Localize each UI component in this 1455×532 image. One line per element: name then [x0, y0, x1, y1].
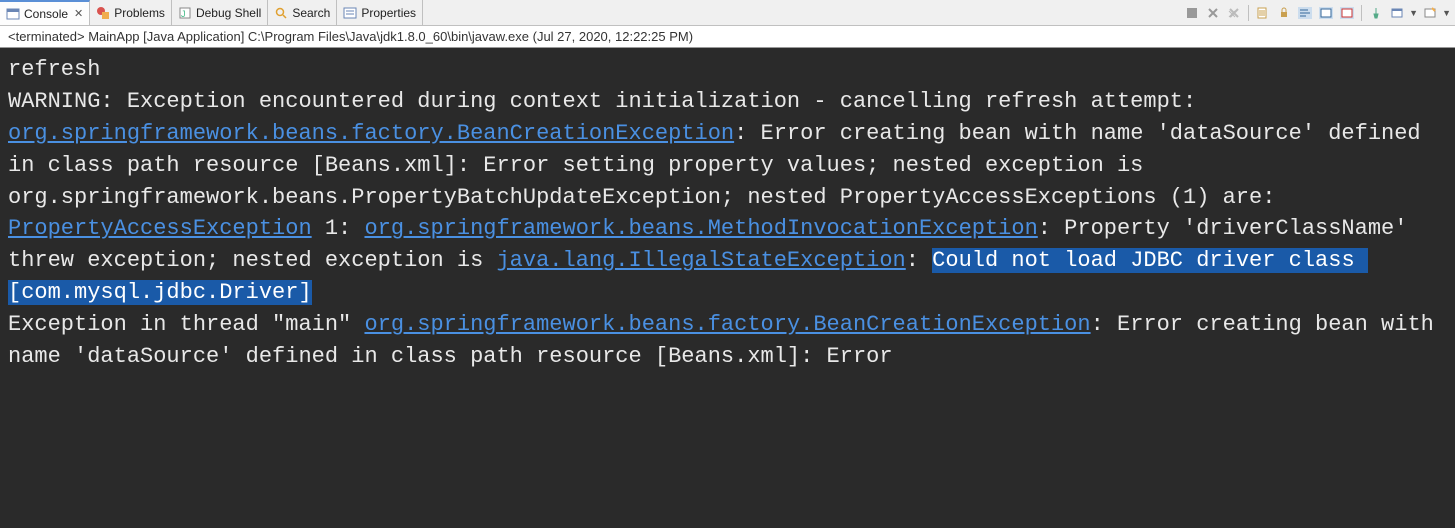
exception-link[interactable]: org.springframework.beans.MethodInvocati…: [364, 216, 1037, 241]
console-text: WARNING: Exception encountered during co…: [8, 89, 1209, 114]
show-console-on-output-button[interactable]: [1317, 4, 1335, 22]
svg-text:J: J: [181, 9, 186, 19]
console-toolbar: ▼ ▼: [1179, 0, 1455, 25]
search-icon: [274, 6, 288, 20]
tab-label: Debug Shell: [196, 6, 261, 20]
remove-all-button[interactable]: [1225, 4, 1243, 22]
word-wrap-button[interactable]: [1296, 4, 1314, 22]
exception-link[interactable]: org.springframework.beans.factory.BeanCr…: [364, 312, 1090, 337]
pin-console-button[interactable]: [1367, 4, 1385, 22]
tab-search[interactable]: Search: [268, 0, 337, 25]
exception-link[interactable]: org.springframework.beans.factory.BeanCr…: [8, 121, 734, 146]
clear-console-button[interactable]: [1254, 4, 1272, 22]
remove-launch-button[interactable]: [1204, 4, 1222, 22]
display-selected-console-button[interactable]: [1388, 4, 1406, 22]
open-console-button[interactable]: [1421, 4, 1439, 22]
tab-properties[interactable]: Properties: [337, 0, 423, 25]
console-text: :: [906, 248, 932, 273]
launch-status-line: <terminated> MainApp [Java Application] …: [0, 26, 1455, 48]
tab-label: Search: [292, 6, 330, 20]
tab-console[interactable]: Console ✕: [0, 0, 90, 25]
show-console-on-error-button[interactable]: [1338, 4, 1356, 22]
console-text: Exception in thread "main": [8, 312, 364, 337]
chevron-down-icon[interactable]: ▼: [1442, 8, 1451, 18]
tab-debug-shell[interactable]: J Debug Shell: [172, 0, 268, 25]
chevron-down-icon[interactable]: ▼: [1409, 8, 1418, 18]
debug-shell-icon: J: [178, 6, 192, 20]
console-text: 1:: [312, 216, 365, 241]
console-text: refresh: [8, 57, 100, 82]
view-tab-bar: Console ✕ Problems J Debug Shell Search: [0, 0, 1455, 26]
close-icon[interactable]: ✕: [74, 7, 83, 20]
separator: [1248, 5, 1249, 21]
tab-label: Problems: [114, 6, 165, 20]
terminate-button[interactable]: [1183, 4, 1201, 22]
tabs-container: Console ✕ Problems J Debug Shell Search: [0, 0, 423, 25]
tab-label: Console: [24, 7, 68, 21]
console-icon: [6, 7, 20, 21]
tab-problems[interactable]: Problems: [90, 0, 172, 25]
console-output[interactable]: refresh WARNING: Exception encountered d…: [0, 48, 1455, 528]
exception-link[interactable]: java.lang.IllegalStateException: [496, 248, 905, 273]
scroll-lock-button[interactable]: [1275, 4, 1293, 22]
properties-icon: [343, 6, 357, 20]
tab-label: Properties: [361, 6, 416, 20]
separator: [1361, 5, 1362, 21]
exception-link[interactable]: PropertyAccessException: [8, 216, 312, 241]
problems-icon: [96, 6, 110, 20]
